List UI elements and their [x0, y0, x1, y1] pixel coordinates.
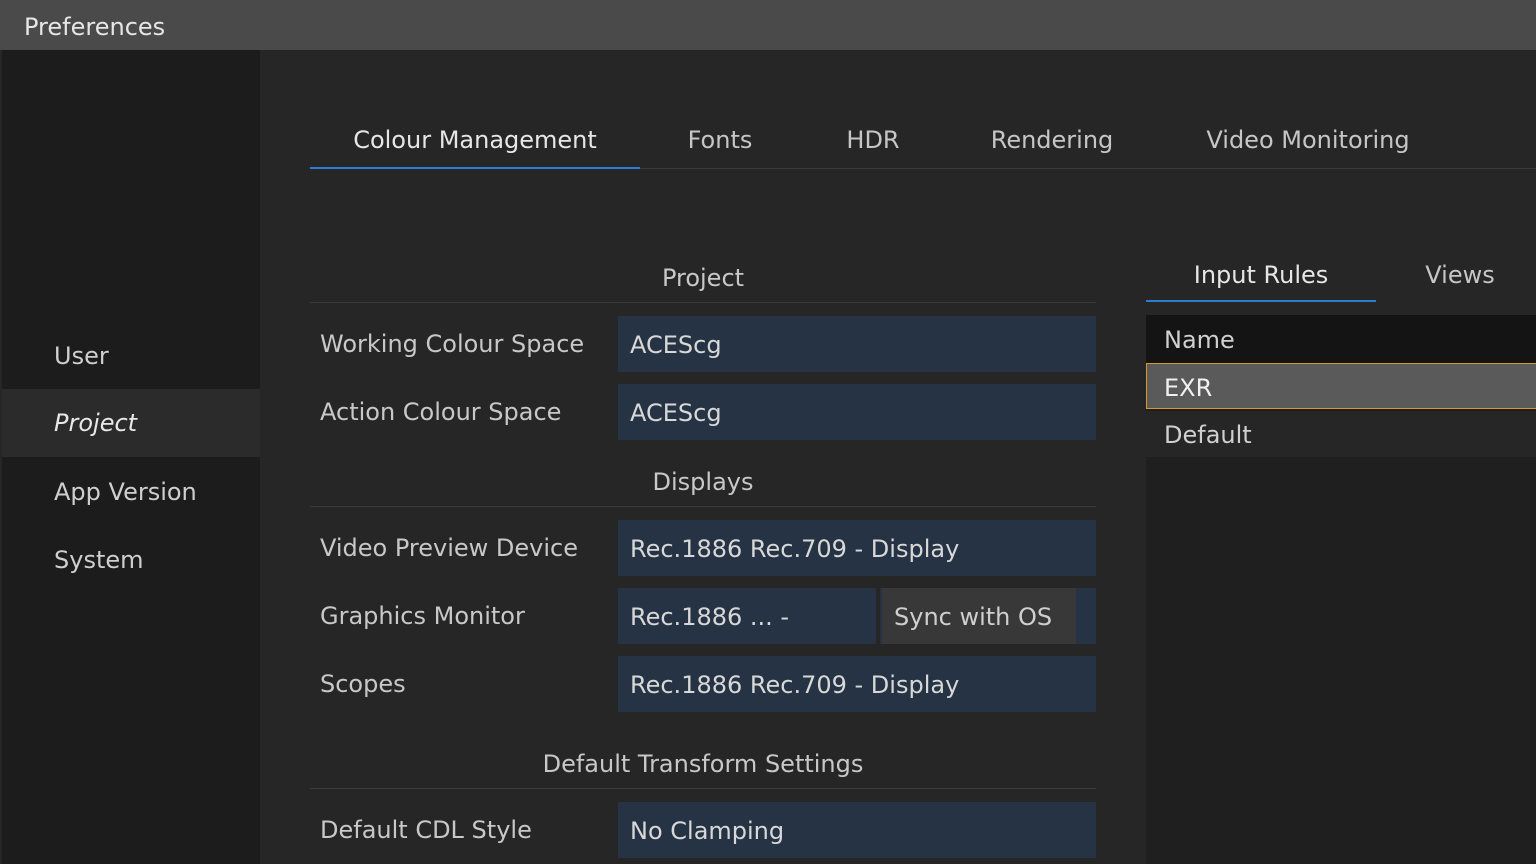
action-colour-space-dropdown[interactable]: ACEScg	[618, 384, 1096, 440]
sidebar-item-user[interactable]: User	[2, 322, 260, 390]
scopes-dropdown[interactable]: Rec.1886 Rec.709 - Display	[618, 656, 1096, 712]
tab-bar: Colour Management Fonts HDR Rendering Vi…	[310, 110, 1536, 169]
sidebar-item-system[interactable]: System	[2, 526, 260, 594]
tab-video-monitoring[interactable]: Video Monitoring	[1188, 110, 1428, 167]
sidebar: User Project App Version System	[2, 50, 260, 864]
window-title: Preferences	[0, 0, 1536, 50]
section-title-displays: Displays	[310, 462, 1096, 507]
sync-with-os-container: Sync with OS	[880, 588, 1096, 644]
tab-hdr[interactable]: HDR	[818, 110, 928, 167]
sync-with-os-button[interactable]: Sync with OS	[882, 588, 1076, 644]
tab-input-rules[interactable]: Input Rules	[1146, 246, 1376, 302]
sidebar-item-app-version[interactable]: App Version	[2, 458, 260, 526]
working-colour-space-label: Working Colour Space	[320, 330, 585, 358]
tab-colour-management[interactable]: Colour Management	[310, 110, 640, 169]
video-preview-device-label: Video Preview Device	[320, 534, 578, 562]
graphics-monitor-dropdown[interactable]: Rec.1886 ... - Display	[618, 588, 876, 689]
action-colour-space-label: Action Colour Space	[320, 398, 562, 426]
default-cdl-style-dropdown[interactable]: No Clamping	[618, 802, 1096, 858]
working-colour-space-dropdown[interactable]: ACEScg	[618, 316, 1096, 372]
section-title-project: Project	[310, 258, 1096, 303]
sidebar-item-project[interactable]: Project	[2, 389, 260, 457]
tab-rendering[interactable]: Rendering	[972, 110, 1132, 167]
table-header-name[interactable]: Name	[1146, 315, 1536, 363]
table-row-exr[interactable]: EXR	[1146, 363, 1536, 409]
tab-fonts[interactable]: Fonts	[665, 110, 775, 167]
video-preview-device-dropdown[interactable]: Rec.1886 Rec.709 - Display	[618, 520, 1096, 576]
scopes-label: Scopes	[320, 670, 406, 698]
table-row-default[interactable]: Default	[1146, 411, 1536, 457]
tab-views[interactable]: Views	[1396, 246, 1524, 300]
right-tab-bar: Input Rules Views	[1146, 246, 1536, 302]
default-cdl-style-label: Default CDL Style	[320, 816, 532, 844]
graphics-monitor-label: Graphics Monitor	[320, 602, 525, 630]
section-title-default-transform: Default Transform Settings	[310, 744, 1096, 789]
input-rules-table: Name EXR Default	[1146, 315, 1536, 864]
